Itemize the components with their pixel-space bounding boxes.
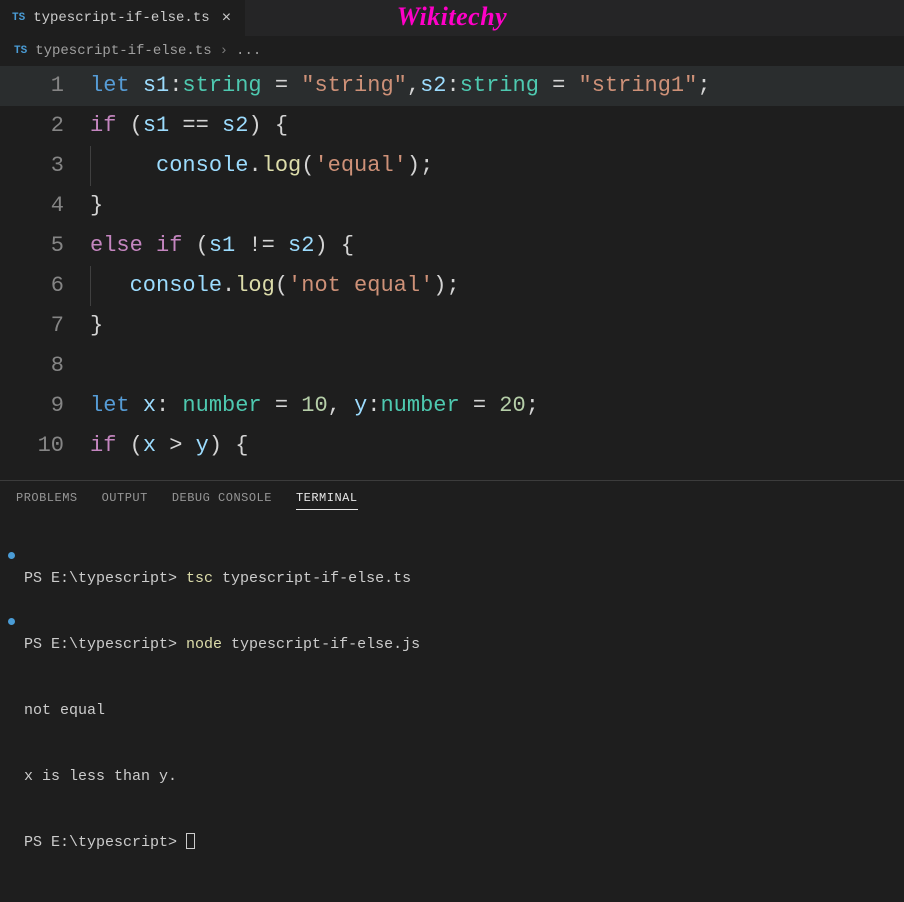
line-number: 5 bbox=[0, 226, 90, 266]
tab-problems[interactable]: PROBLEMS bbox=[16, 491, 78, 510]
line-number: 7 bbox=[0, 306, 90, 346]
dirty-indicator-icon bbox=[8, 552, 15, 559]
line-number: 8 bbox=[0, 346, 90, 386]
code-line[interactable]: 9 let x: number = 10, y:number = 20; bbox=[0, 386, 904, 426]
line-number: 2 bbox=[0, 106, 90, 146]
terminal-line: PS E:\typescript> tsc typescript-if-else… bbox=[24, 568, 888, 590]
line-number: 6 bbox=[0, 266, 90, 306]
code-line[interactable]: 3 console.log('equal'); bbox=[0, 146, 904, 186]
breadcrumb[interactable]: TS typescript-if-else.ts › ... bbox=[0, 36, 904, 66]
terminal[interactable]: PS E:\typescript> tsc typescript-if-else… bbox=[0, 518, 904, 902]
panel-tab-bar: PROBLEMS OUTPUT DEBUG CONSOLE TERMINAL bbox=[0, 481, 904, 518]
code-editor[interactable]: 1 let s1:string = "string",s2:string = "… bbox=[0, 66, 904, 480]
tab-output[interactable]: OUTPUT bbox=[102, 491, 148, 510]
code-line[interactable]: 1 let s1:string = "string",s2:string = "… bbox=[0, 66, 904, 106]
terminal-cursor bbox=[186, 833, 195, 849]
tab-filename: typescript-if-else.ts bbox=[33, 10, 209, 26]
ts-file-icon: TS bbox=[14, 45, 27, 57]
bottom-panel: PROBLEMS OUTPUT DEBUG CONSOLE TERMINAL P… bbox=[0, 480, 904, 902]
line-number: 9 bbox=[0, 386, 90, 426]
chevron-right-icon: › bbox=[220, 43, 228, 59]
terminal-output: x is less than y. bbox=[24, 766, 888, 788]
line-number: 1 bbox=[0, 66, 90, 106]
code-line[interactable]: 10 if (x > y) { bbox=[0, 426, 904, 466]
breadcrumb-filename: typescript-if-else.ts bbox=[35, 43, 211, 59]
terminal-line: PS E:\typescript> node typescript-if-els… bbox=[24, 634, 888, 656]
breadcrumb-trail: ... bbox=[236, 43, 261, 59]
code-line[interactable]: 7 } bbox=[0, 306, 904, 346]
terminal-line: PS E:\typescript> bbox=[24, 832, 888, 854]
editor-tab[interactable]: TS typescript-if-else.ts × bbox=[0, 0, 246, 36]
code-line[interactable]: 4 } bbox=[0, 186, 904, 226]
line-number: 4 bbox=[0, 186, 90, 226]
close-icon[interactable]: × bbox=[218, 9, 236, 27]
watermark-text: Wikitechy bbox=[397, 2, 507, 32]
code-line[interactable]: 5 else if (s1 != s2) { bbox=[0, 226, 904, 266]
tab-terminal[interactable]: TERMINAL bbox=[296, 491, 358, 510]
line-number: 3 bbox=[0, 146, 90, 186]
line-number: 10 bbox=[0, 426, 90, 466]
ts-file-icon: TS bbox=[12, 12, 25, 24]
code-line[interactable]: 8 bbox=[0, 346, 904, 386]
code-line[interactable]: 6 console.log('not equal'); bbox=[0, 266, 904, 306]
dirty-indicator-icon bbox=[8, 618, 15, 625]
code-line[interactable]: 2 if (s1 == s2) { bbox=[0, 106, 904, 146]
tab-debug-console[interactable]: DEBUG CONSOLE bbox=[172, 491, 272, 510]
terminal-output: not equal bbox=[24, 700, 888, 722]
